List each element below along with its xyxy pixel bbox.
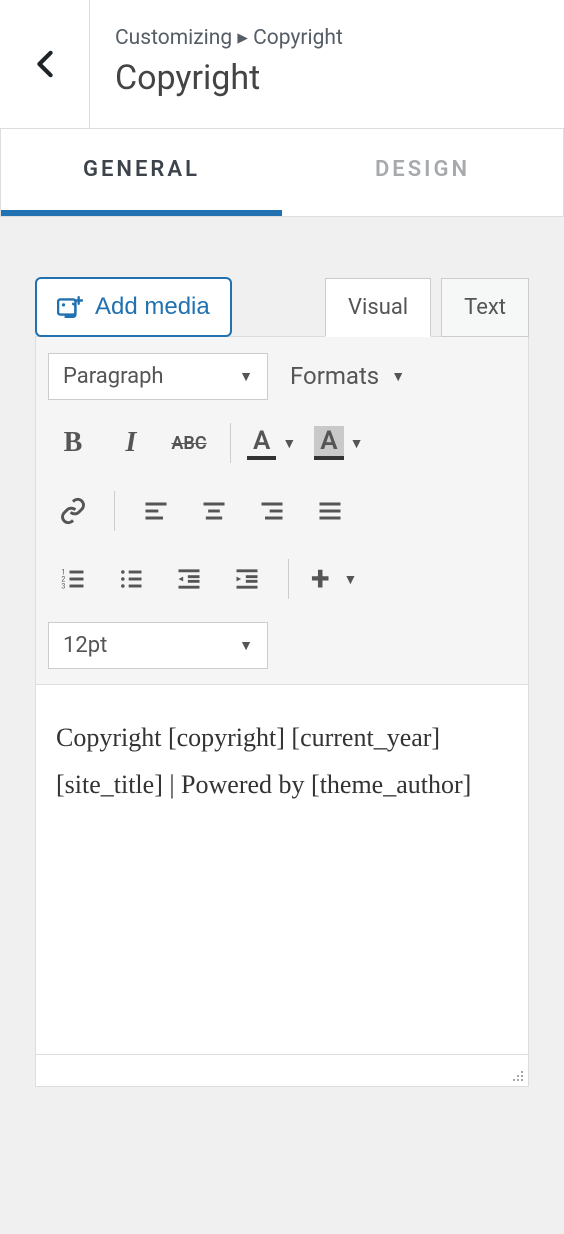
back-button[interactable]	[0, 0, 90, 128]
formats-label: Formats	[290, 362, 379, 390]
tab-general[interactable]: GENERAL	[1, 129, 282, 216]
align-right-button[interactable]	[247, 486, 297, 536]
editor-content[interactable]: Copyright [copyright] [current_year] [si…	[35, 685, 529, 1055]
toolbar-row-1: Paragraph ▼ Formats ▼	[48, 352, 516, 400]
editor-statusbar	[35, 1055, 529, 1087]
link-icon	[59, 497, 87, 525]
media-icon	[57, 295, 83, 319]
outdent-icon	[175, 565, 203, 593]
insert-button[interactable]: + ▼	[311, 559, 357, 599]
italic-button[interactable]: I	[106, 418, 156, 468]
numbered-list-icon: 1 2 3	[59, 565, 87, 593]
numbered-list-button[interactable]: 1 2 3	[48, 554, 98, 604]
background-color-icon: A	[314, 426, 343, 460]
align-center-icon	[200, 497, 228, 525]
breadcrumb-separator: ▸	[237, 26, 253, 50]
toolbar-row-2: B I ABC A ▼ A ▼	[48, 418, 516, 468]
section-tabs: GENERAL DESIGN	[0, 129, 564, 217]
align-center-button[interactable]	[189, 486, 239, 536]
resize-handle-icon[interactable]	[508, 1066, 524, 1082]
background-color-button[interactable]: A ▼	[314, 426, 363, 460]
paragraph-label: Paragraph	[63, 364, 164, 389]
tab-design[interactable]: DESIGN	[282, 129, 563, 216]
align-left-button[interactable]	[131, 486, 181, 536]
add-media-button[interactable]: Add media	[35, 277, 232, 337]
header-text: Customizing ▸ Copyright Copyright	[90, 0, 363, 128]
divider	[288, 559, 289, 599]
fontsize-select[interactable]: 12pt ▼	[48, 622, 268, 669]
chevron-down-icon: ▼	[239, 637, 253, 654]
divider	[114, 491, 115, 531]
align-left-icon	[142, 497, 170, 525]
breadcrumb-prefix: Customizing	[115, 26, 232, 50]
tab-text[interactable]: Text	[441, 278, 529, 337]
svg-text:3: 3	[61, 582, 65, 590]
chevron-down-icon: ▼	[350, 435, 364, 452]
strikethrough-button[interactable]: ABC	[164, 418, 214, 468]
align-justify-icon	[316, 497, 344, 525]
add-media-label: Add media	[95, 293, 210, 321]
bullet-list-button[interactable]	[106, 554, 156, 604]
editor-toolbar: Paragraph ▼ Formats ▼ B I ABC A ▼ A ▼	[35, 336, 529, 685]
chevron-down-icon: ▼	[282, 435, 296, 452]
text-color-button[interactable]: A ▼	[247, 426, 296, 460]
fontsize-label: 12pt	[63, 633, 107, 658]
toolbar-row-3	[48, 486, 516, 536]
breadcrumb-current: Copyright	[253, 26, 343, 50]
link-button[interactable]	[48, 486, 98, 536]
divider	[230, 423, 231, 463]
content-panel: Add media Visual Text Paragraph ▼ Format…	[0, 217, 564, 1117]
paragraph-select[interactable]: Paragraph ▼	[48, 353, 268, 400]
header: Customizing ▸ Copyright Copyright	[0, 0, 564, 129]
toolbar-row-4: 1 2 3 + ▼	[48, 554, 516, 604]
breadcrumb: Customizing ▸ Copyright	[115, 25, 343, 50]
indent-button[interactable]	[222, 554, 272, 604]
editor-top-row: Add media Visual Text	[35, 277, 529, 337]
bold-button[interactable]: B	[48, 418, 98, 468]
formats-select[interactable]: Formats ▼	[276, 352, 419, 400]
outdent-button[interactable]	[164, 554, 214, 604]
editor-mode-tabs: Visual Text	[325, 278, 529, 337]
chevron-left-icon	[36, 50, 54, 78]
chevron-down-icon: ▼	[344, 571, 358, 588]
text-color-icon: A	[247, 426, 276, 460]
tab-visual[interactable]: Visual	[325, 278, 431, 337]
plus-icon: +	[311, 559, 330, 599]
align-right-icon	[258, 497, 286, 525]
chevron-down-icon: ▼	[239, 368, 253, 385]
chevron-down-icon: ▼	[391, 368, 405, 385]
bullet-list-icon	[117, 565, 145, 593]
indent-icon	[233, 565, 261, 593]
page-title: Copyright	[115, 58, 343, 98]
align-justify-button[interactable]	[305, 486, 355, 536]
